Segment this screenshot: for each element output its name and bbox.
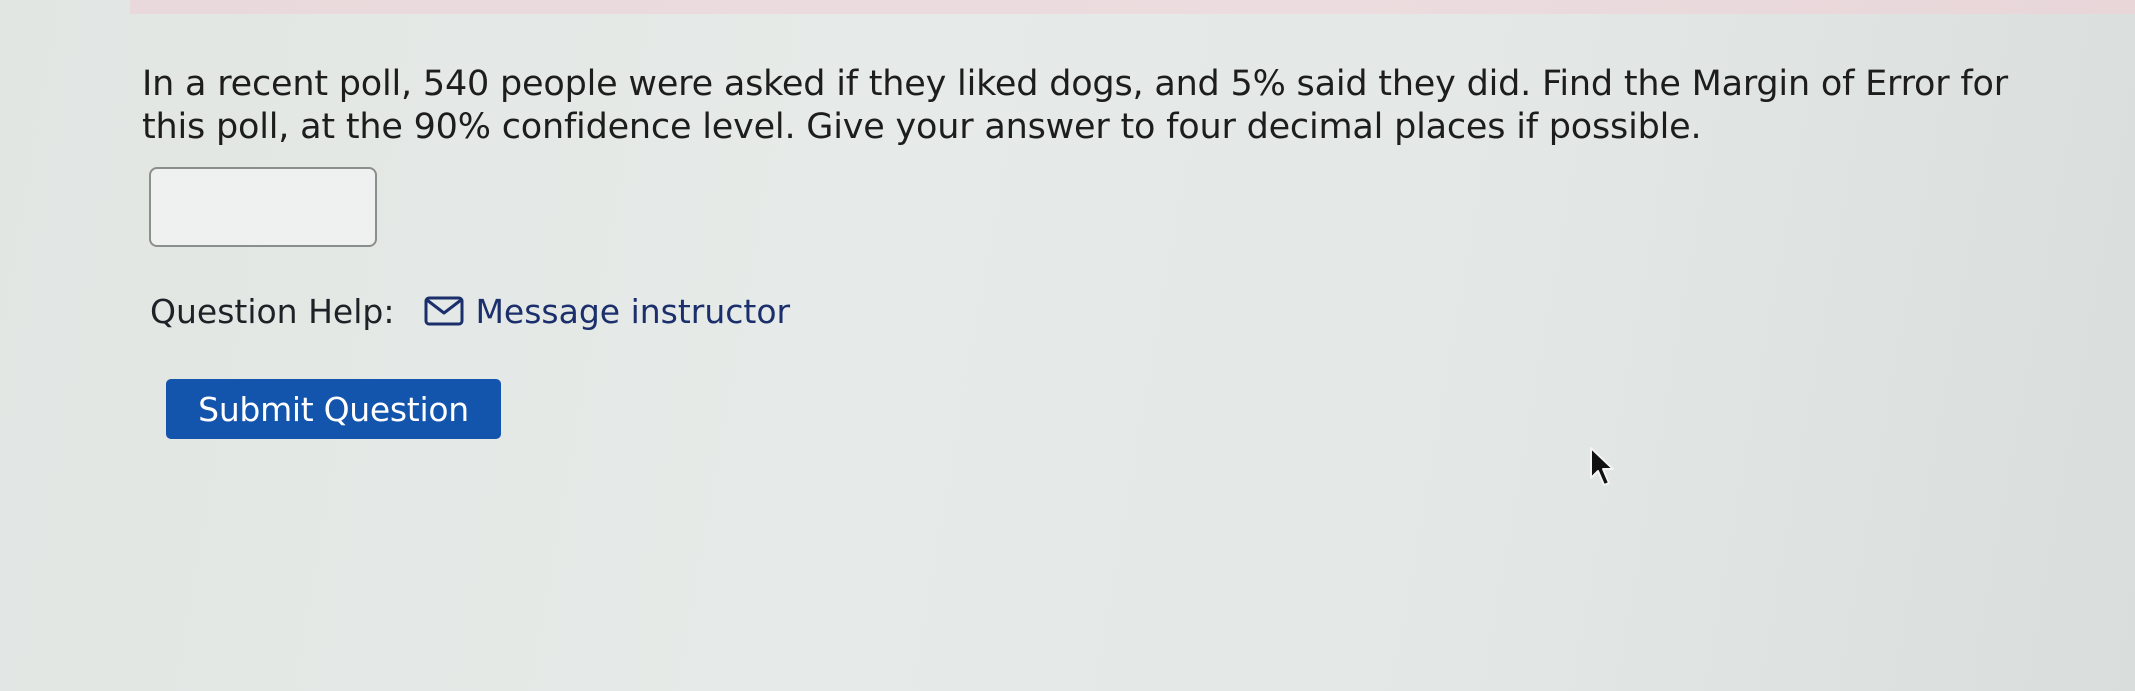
question-help-label: Question Help: — [150, 291, 395, 331]
mouse-cursor-icon — [1590, 447, 1614, 486]
message-instructor-link[interactable]: Message instructor — [424, 292, 790, 331]
answer-input[interactable] — [149, 167, 377, 247]
question-help-row: Question Help: Message instructor — [150, 286, 790, 336]
question-prompt: In a recent poll, 540 people were asked … — [142, 64, 2008, 147]
top-banner-strip — [130, 0, 2135, 14]
mail-icon — [424, 296, 464, 326]
message-instructor-label[interactable]: Message instructor — [475, 292, 790, 331]
submit-question-button[interactable]: Submit Question — [166, 379, 501, 439]
